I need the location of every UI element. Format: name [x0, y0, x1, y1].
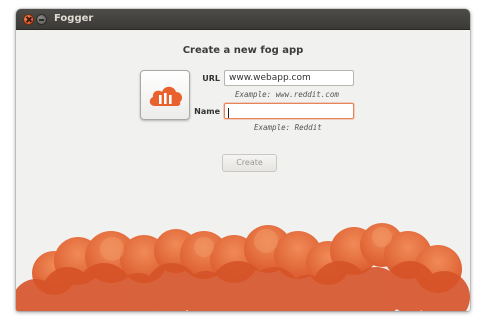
fogger-cloud-icon — [149, 86, 183, 106]
name-input[interactable] — [224, 103, 354, 119]
text-cursor — [228, 108, 229, 118]
create-button[interactable]: Create — [222, 154, 277, 172]
clouds-decoration — [16, 223, 470, 311]
name-label: Name — [194, 107, 220, 116]
app-icon-button[interactable] — [140, 70, 190, 120]
name-example-hint: Example: Reddit — [254, 123, 322, 132]
close-icon[interactable] — [23, 14, 34, 25]
title-bar: Fogger — [16, 9, 470, 30]
url-label: URL — [202, 74, 220, 83]
window-title: Fogger — [54, 13, 94, 24]
page-title: Create a new fog app — [182, 45, 304, 56]
minimize-icon[interactable] — [36, 14, 47, 25]
url-input[interactable]: www.webapp.com — [224, 70, 354, 86]
fogger-window: Fogger Create a new fog app URL www.weba… — [16, 9, 470, 311]
url-example-hint: Example: www.reddit.com — [235, 90, 339, 99]
